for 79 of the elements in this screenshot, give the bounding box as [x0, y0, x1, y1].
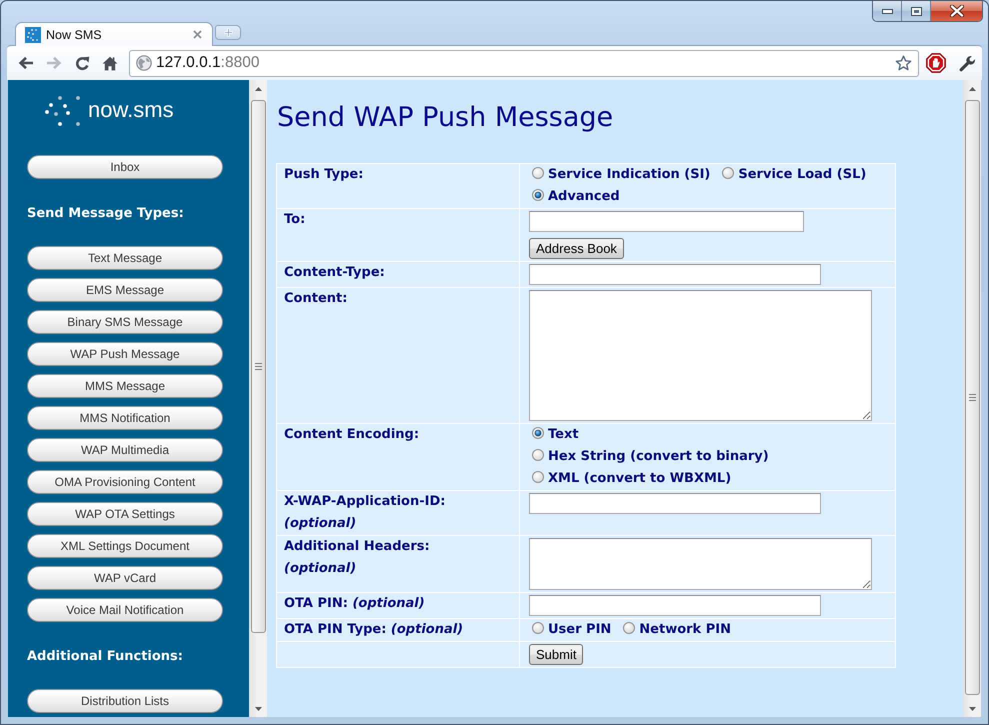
radio-button[interactable] — [532, 167, 544, 179]
grip-icon — [969, 394, 976, 401]
scroll-thumb[interactable] — [965, 100, 980, 695]
close-icon — [950, 5, 964, 17]
home-icon[interactable] — [102, 56, 118, 70]
wrench-icon[interactable] — [959, 54, 976, 72]
maximize-icon — [910, 6, 922, 16]
field-label: Push Type: — [284, 167, 364, 182]
sidebar-button[interactable]: MMS Message — [27, 374, 223, 398]
back-icon[interactable] — [18, 56, 34, 70]
field-label: Content Encoding: — [284, 427, 420, 442]
field-label: Content-Type: — [284, 265, 385, 280]
sidebar-button[interactable]: OMA Provisioning Content — [27, 470, 223, 494]
radio-button[interactable] — [532, 189, 544, 201]
submit-button[interactable]: Submit — [529, 644, 584, 665]
sidebar-button[interactable]: Binary SMS Message — [27, 310, 223, 334]
close-button[interactable] — [931, 1, 982, 21]
option-label: XML (convert to WBXML) — [548, 471, 732, 486]
sidebar-button[interactable]: Distribution Lists — [27, 689, 223, 713]
sidebar-button[interactable]: WAP OTA Settings — [27, 502, 223, 526]
field-label: Content: — [284, 291, 348, 306]
sidebar-button[interactable]: WAP Push Message — [27, 342, 223, 366]
reload-icon[interactable] — [75, 56, 90, 70]
option-label: Service Indication (SI) — [548, 167, 710, 182]
field-label: OTA PIN Type: (optional) — [284, 622, 464, 637]
sidebar-button[interactable]: XML Settings Document — [27, 534, 223, 558]
dots-logo-icon — [45, 94, 81, 126]
field-label: OTA PIN: (optional) — [284, 596, 425, 611]
option-label: Advanced — [548, 189, 620, 204]
radio-button[interactable] — [532, 622, 544, 634]
address-bar[interactable]: 127.0.0.1:8800 — [129, 50, 919, 76]
radio-button[interactable] — [532, 427, 544, 439]
dots-logo-icon — [25, 26, 41, 42]
minimize-button[interactable] — [873, 1, 902, 21]
radio-button[interactable] — [532, 471, 544, 483]
sidebar-button[interactable]: Inbox — [27, 155, 223, 179]
radio-button[interactable] — [532, 449, 544, 461]
text-area[interactable] — [529, 290, 872, 421]
text-field[interactable] — [529, 264, 821, 285]
grip-icon — [255, 363, 262, 370]
sidebar-button[interactable]: MMS Notification — [27, 406, 223, 430]
sidebar-button[interactable]: WAP Multimedia — [27, 438, 223, 462]
plus-icon — [224, 28, 232, 37]
text-field[interactable] — [529, 595, 821, 616]
minimize-icon — [882, 8, 892, 14]
field-label: Additional Headers: (optional) — [284, 539, 430, 576]
field-label: To: — [284, 212, 306, 227]
sidebar-button[interactable]: WAP vCard — [27, 566, 223, 590]
option-label: User PIN — [548, 622, 612, 637]
star-icon[interactable] — [895, 55, 912, 71]
option-label: Text — [548, 427, 579, 442]
page-title: Send WAP Push Message — [277, 101, 614, 135]
scroll-thumb[interactable] — [251, 100, 266, 633]
sidebar-button[interactable]: EMS Message — [27, 278, 223, 302]
down-arrow-icon — [255, 706, 262, 710]
section-heading: Send Message Types: — [27, 205, 184, 223]
field-label: X-WAP-Application-ID: (optional) — [284, 494, 446, 531]
radio-button[interactable] — [623, 622, 636, 634]
text-area[interactable] — [529, 538, 872, 590]
globe-icon — [136, 55, 152, 71]
sidebar-button[interactable]: Text Message — [27, 246, 223, 270]
logo-text: now.sms — [88, 96, 174, 124]
stop-sign-icon[interactable] — [926, 53, 946, 73]
section-heading: Additional Functions: — [27, 648, 183, 666]
maximize-button[interactable] — [902, 1, 931, 21]
option-label: Service Load (SL) — [738, 167, 866, 182]
up-arrow-icon — [969, 86, 976, 90]
radio-button[interactable] — [722, 167, 734, 179]
down-arrow-icon — [969, 706, 976, 710]
browser-tab[interactable]: Now SMS — [15, 22, 213, 46]
option-label: Network PIN — [639, 622, 731, 637]
sidebar-button[interactable]: Voice Mail Notification — [27, 598, 223, 622]
option-label: Hex String (convert to binary) — [548, 449, 769, 464]
new-tab-button[interactable] — [215, 25, 241, 40]
up-arrow-icon — [255, 86, 262, 90]
text-field[interactable] — [529, 211, 804, 232]
close-icon[interactable] — [193, 30, 202, 39]
form-button[interactable]: Address Book — [529, 238, 624, 259]
text-field[interactable] — [529, 493, 821, 514]
